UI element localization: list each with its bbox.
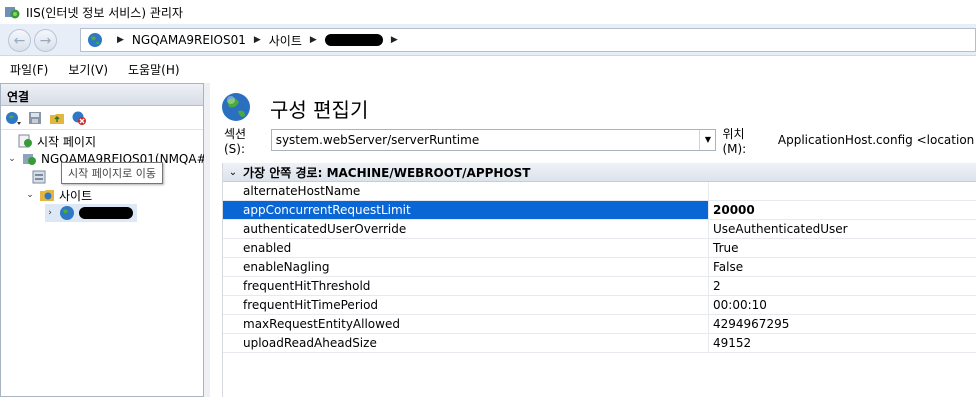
connections-panel: 연결 시작 페이지 ⌄ NGQAMA9REIOS01(NMQA# ⌄ 사이트 ›… (0, 83, 207, 397)
chevron-right-icon[interactable]: › (45, 208, 55, 218)
property-value[interactable]: 49152 (709, 334, 976, 352)
iis-app-icon (4, 4, 20, 20)
chevron-right-icon: ▶ (309, 35, 317, 45)
globe-icon (220, 91, 252, 126)
server-icon (21, 151, 37, 167)
connect-globe-icon[interactable] (5, 110, 21, 126)
tree-item-label: 시작 페이지 (37, 134, 97, 149)
table-row[interactable]: enableNagling False (223, 258, 976, 277)
connections-toolbar (1, 106, 203, 130)
group-header[interactable]: ⌄ 가장 안쪽 경로: MACHINE/WEBROOT/APPHOST (223, 163, 976, 182)
table-row[interactable]: maxRequestEntityAllowed 4294967295 (223, 315, 976, 334)
table-row[interactable]: alternateHostName (223, 182, 976, 201)
breadcrumb-site-redacted[interactable] (324, 34, 383, 46)
menu-file[interactable]: 파일(F) (8, 59, 50, 80)
property-name: uploadReadAheadSize (223, 334, 709, 352)
back-button[interactable]: ← (8, 29, 31, 52)
site-name-redacted (79, 207, 133, 219)
location-value[interactable]: ApplicationHost.config <location pat (778, 133, 976, 147)
table-row[interactable]: enabled True (223, 239, 976, 258)
property-name: enabled (223, 239, 709, 257)
globe-icon (59, 205, 75, 221)
arrow-left-icon: ← (13, 32, 26, 49)
page-title: 구성 편집기 (270, 98, 369, 122)
property-name: enableNagling (223, 258, 709, 276)
sites-folder-icon (39, 187, 55, 203)
window-title: IIS(인터넷 정보 서비스) 관리자 (26, 5, 183, 20)
tree-item-app-pools[interactable] (27, 168, 51, 186)
chevron-down-icon[interactable]: ⌄ (25, 190, 35, 200)
property-value[interactable]: 00:00:10 (709, 296, 976, 314)
property-name: alternateHostName (223, 182, 709, 200)
group-header-label: 가장 안쪽 경로: MACHINE/WEBROOT/APPHOST (243, 165, 531, 180)
page-header: 구성 편집기 (220, 91, 368, 126)
breadcrumb-server[interactable]: NGQAMA9REIOS01 (132, 33, 246, 47)
table-row-selected[interactable]: appConcurrentRequestLimit 20000 (223, 201, 976, 220)
section-label: 섹션(S): (224, 126, 247, 156)
property-value[interactable] (709, 182, 976, 200)
chevron-down-icon[interactable]: ⌄ (7, 154, 17, 164)
property-name: appConcurrentRequestLimit (223, 201, 709, 219)
app-pool-icon (31, 169, 47, 185)
table-row[interactable]: frequentHitThreshold 2 (223, 277, 976, 296)
chevron-right-icon: ▶ (253, 35, 261, 45)
up-folder-icon[interactable] (49, 110, 65, 126)
table-row[interactable]: authenticatedUserOverride UseAuthenticat… (223, 220, 976, 239)
menu-view[interactable]: 보기(V) (66, 59, 110, 80)
table-row[interactable]: frequentHitTimePeriod 00:00:10 (223, 296, 976, 315)
table-row[interactable]: uploadReadAheadSize 49152 (223, 334, 976, 353)
breadcrumb-sites[interactable]: 사이트 (269, 32, 302, 49)
property-value[interactable]: 20000 (709, 201, 976, 219)
tree-item-label: 사이트 (59, 188, 93, 203)
arrow-right-icon: → (39, 32, 52, 49)
start-page-icon (17, 133, 33, 149)
property-grid: ⌄ 가장 안쪽 경로: MACHINE/WEBROOT/APPHOST alte… (222, 163, 976, 397)
tree-item-start-page[interactable]: 시작 페이지 (13, 132, 96, 150)
globe-icon (87, 32, 103, 48)
property-value[interactable]: UseAuthenticatedUser (709, 220, 976, 238)
location-label: 위치(M): (722, 126, 747, 156)
title-bar: IIS(인터넷 정보 서비스) 관리자 (0, 0, 976, 24)
connections-header: 연결 (1, 84, 203, 106)
chevron-right-icon: ▶ (117, 35, 124, 45)
save-icon[interactable] (27, 110, 43, 126)
tooltip: 시작 페이지로 이동 (61, 162, 163, 184)
chevron-down-icon[interactable]: ⌄ (223, 167, 243, 178)
disconnect-icon[interactable] (71, 110, 87, 126)
config-editor-pane: 구성 편집기 섹션(S): system.webServer/serverRun… (210, 83, 976, 397)
tree-item-sites[interactable]: ⌄ 사이트 (25, 186, 92, 204)
property-name: maxRequestEntityAllowed (223, 315, 709, 333)
property-value[interactable]: True (709, 239, 976, 257)
menu-help[interactable]: 도움말(H) (126, 59, 182, 80)
breadcrumb[interactable]: ▶ NGQAMA9REIOS01 ▶ 사이트 ▶ ▶ (80, 28, 976, 52)
tree-item-site-selected[interactable]: › (45, 204, 137, 222)
section-row: 섹션(S): system.webServer/serverRuntime ▼ … (224, 127, 976, 156)
property-name: frequentHitThreshold (223, 277, 709, 295)
menu-bar: 파일(F) 보기(V) 도움말(H) (0, 57, 976, 82)
property-value[interactable]: False (709, 258, 976, 276)
address-bar: ← → ▶ NGQAMA9REIOS01 ▶ 사이트 ▶ ▶ (0, 24, 976, 56)
property-name: authenticatedUserOverride (223, 220, 709, 238)
property-value[interactable]: 4294967295 (709, 315, 976, 333)
chevron-right-icon: ▶ (390, 35, 398, 45)
dropdown-arrow-icon[interactable]: ▼ (699, 130, 715, 150)
property-name: frequentHitTimePeriod (223, 296, 709, 314)
section-dropdown[interactable]: system.webServer/serverRuntime ▼ (270, 129, 717, 151)
forward-button[interactable]: → (34, 29, 57, 52)
section-value: system.webServer/serverRuntime (275, 133, 480, 147)
property-value[interactable]: 2 (709, 277, 976, 295)
